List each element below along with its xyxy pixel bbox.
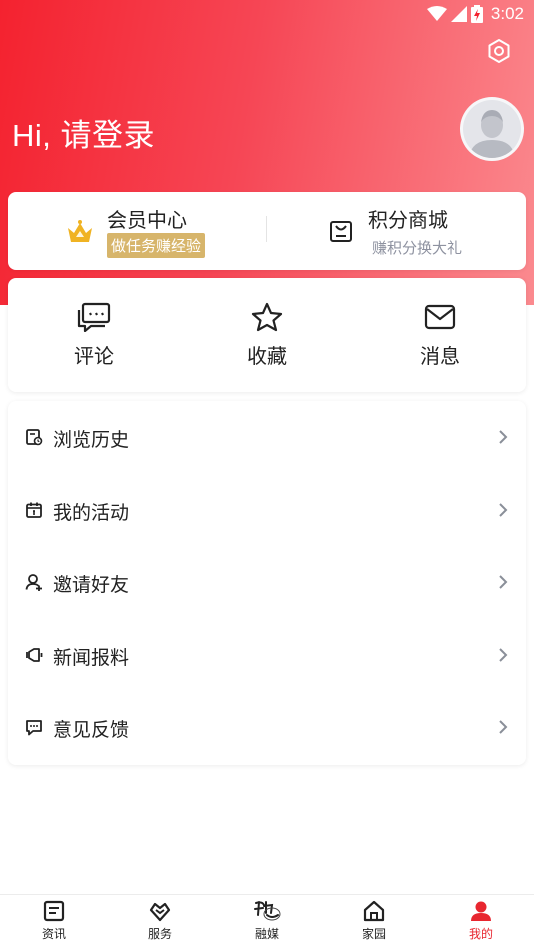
menu-item-label: 我的活动 <box>53 503 130 524</box>
crown-icon <box>68 220 92 242</box>
mail-icon <box>424 304 456 330</box>
tab-label: 家园 <box>361 927 386 941</box>
media-logo-icon <box>254 901 281 921</box>
shopping-bag-icon <box>330 221 352 242</box>
member-center-title: 会员中心 <box>107 210 187 232</box>
menu-item-invite[interactable]: 邀请好友 <box>8 546 526 618</box>
quick-action-favorites[interactable]: 收藏 <box>217 302 317 369</box>
menu-item-label: 新闻报料 <box>53 648 130 669</box>
invite-user-icon <box>25 574 42 591</box>
status-bar: 3:02 <box>0 0 534 28</box>
quick-action-label: 评论 <box>74 346 114 368</box>
menu-item-feedback[interactable]: 意见反馈 <box>8 691 526 763</box>
news-icon <box>43 900 65 922</box>
chevron-right-icon <box>499 575 508 589</box>
quick-actions: 评论 收藏 消息 <box>8 278 526 392</box>
menu-item-history[interactable]: 浏览历史 <box>8 401 526 473</box>
profile-icon <box>471 901 491 921</box>
login-prompt[interactable]: Hi, 请登录 <box>12 110 155 155</box>
menu-item-news-tip[interactable]: 新闻报料 <box>8 619 526 691</box>
menu-item-activities[interactable]: 我的活动 <box>8 474 526 546</box>
settings-icon[interactable] <box>486 38 512 64</box>
bottom-tab-bar: 资讯 服务 融媒 家园 我的 <box>0 894 534 950</box>
tab-label: 服务 <box>147 927 172 941</box>
menu-item-label: 浏览历史 <box>53 430 130 451</box>
tab-media[interactable]: 融媒 <box>227 899 307 942</box>
tab-label: 融媒 <box>254 927 279 941</box>
quick-action-label: 消息 <box>420 346 460 368</box>
quick-action-comments[interactable]: 评论 <box>44 302 144 369</box>
chevron-right-icon <box>499 430 508 444</box>
avatar[interactable] <box>460 97 524 161</box>
tab-profile[interactable]: 我的 <box>441 899 521 942</box>
star-icon <box>251 302 283 332</box>
points-mall-title: 积分商城 <box>368 210 448 232</box>
menu-item-label: 邀请好友 <box>53 575 130 596</box>
member-center-subtitle: 做任务赚经验 <box>107 233 206 258</box>
signal-icon <box>450 6 467 22</box>
battery-icon <box>470 5 483 23</box>
tab-services[interactable]: 服务 <box>120 899 200 942</box>
history-icon <box>26 429 43 446</box>
quick-action-label: 收藏 <box>247 346 287 368</box>
vip-card: 会员中心 做任务赚经验 积分商城 赚积分换大礼 <box>8 192 526 270</box>
news-tip-icon <box>26 648 43 662</box>
comment-icon <box>77 302 111 332</box>
menu-item-label: 意见反馈 <box>53 720 130 741</box>
tab-news[interactable]: 资讯 <box>14 899 94 942</box>
service-icon <box>149 902 171 922</box>
status-time: 3:02 <box>490 4 524 23</box>
quick-action-messages[interactable]: 消息 <box>390 302 490 369</box>
menu-list: 浏览历史 我的活动 邀请好友 新闻报料 意见反馈 <box>8 401 526 765</box>
feedback-icon <box>26 720 42 736</box>
calendar-icon <box>26 502 42 518</box>
divider <box>266 216 267 242</box>
tab-label: 资讯 <box>41 927 66 941</box>
chevron-right-icon <box>499 503 508 517</box>
tab-home[interactable]: 家园 <box>334 899 414 942</box>
wifi-icon <box>426 6 447 21</box>
home-icon <box>363 900 385 922</box>
chevron-right-icon <box>499 720 508 734</box>
default-avatar-icon <box>469 110 515 158</box>
chevron-right-icon <box>499 648 508 662</box>
tab-label: 我的 <box>468 927 493 941</box>
points-mall-subtitle: 赚积分换大礼 <box>372 240 463 257</box>
